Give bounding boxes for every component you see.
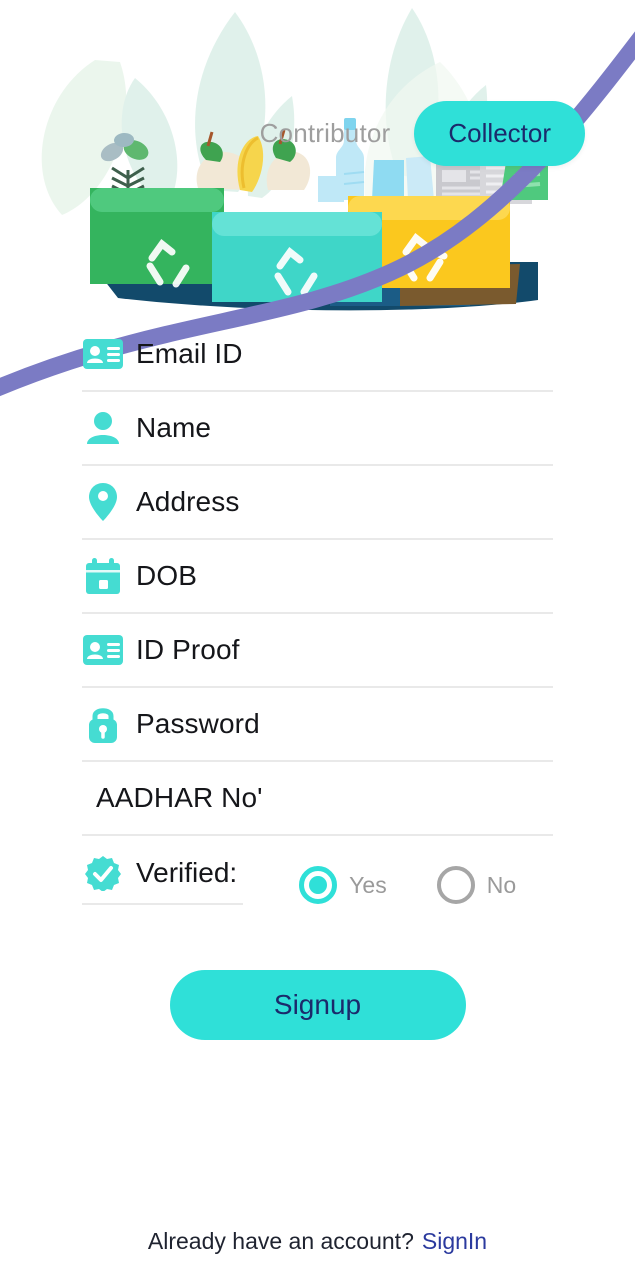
name-field[interactable]: Name: [82, 392, 553, 466]
aadhar-field-label: AADHAR No': [96, 782, 263, 813]
verified-radio-group: Yes No: [299, 844, 516, 904]
role-tab-contributor[interactable]: Contributor: [260, 118, 415, 149]
calendar-icon: [82, 555, 124, 597]
signup-form: Email ID Name Address DOB ID Proof Passw…: [0, 318, 635, 912]
verified-badge-icon: [82, 852, 124, 894]
email-field[interactable]: Email ID: [82, 318, 553, 392]
footer-prompt: Already have an account?: [147, 1228, 414, 1254]
dob-field[interactable]: DOB: [82, 540, 553, 614]
location-pin-icon: [82, 481, 124, 523]
radio-no-icon[interactable]: [436, 866, 475, 904]
dob-field-label: DOB: [136, 560, 197, 591]
id-card-icon: [82, 333, 124, 375]
verified-option-no[interactable]: No: [436, 866, 517, 904]
footer: Already have an account? SignIn: [0, 1228, 635, 1255]
organic-bin: [90, 188, 224, 288]
verified-option-yes[interactable]: Yes: [299, 866, 387, 904]
verified-row: Verified: Yes No: [82, 836, 553, 912]
signup-button-container: Signup: [0, 970, 635, 1040]
radio-yes-label: Yes: [349, 871, 387, 898]
aadhar-field[interactable]: AADHAR No': [82, 762, 553, 836]
role-toggle: Contributor Collector: [255, 100, 585, 166]
verified-label-group: Verified:: [82, 843, 244, 905]
verified-label: Verified:: [136, 857, 238, 888]
email-field-label: Email ID: [136, 338, 243, 369]
id-proof-field-label: ID Proof: [136, 634, 240, 665]
lock-icon: [82, 703, 124, 745]
address-field[interactable]: Address: [82, 466, 553, 540]
password-field[interactable]: Password: [82, 688, 553, 762]
person-icon: [82, 407, 124, 449]
role-tab-collector[interactable]: Collector: [414, 100, 585, 166]
address-field-label: Address: [136, 486, 240, 517]
radio-yes-icon[interactable]: [299, 866, 338, 904]
radio-no-label: No: [486, 871, 517, 898]
signup-button[interactable]: Signup: [169, 970, 466, 1040]
id-proof-field[interactable]: ID Proof: [82, 614, 553, 688]
signin-link[interactable]: SignIn: [422, 1228, 487, 1255]
signup-screen: Contributor Collector Email ID Name Addr…: [0, 0, 635, 1280]
password-field-label: Password: [136, 708, 260, 739]
id-card-icon: [82, 629, 124, 671]
name-field-label: Name: [136, 412, 212, 443]
